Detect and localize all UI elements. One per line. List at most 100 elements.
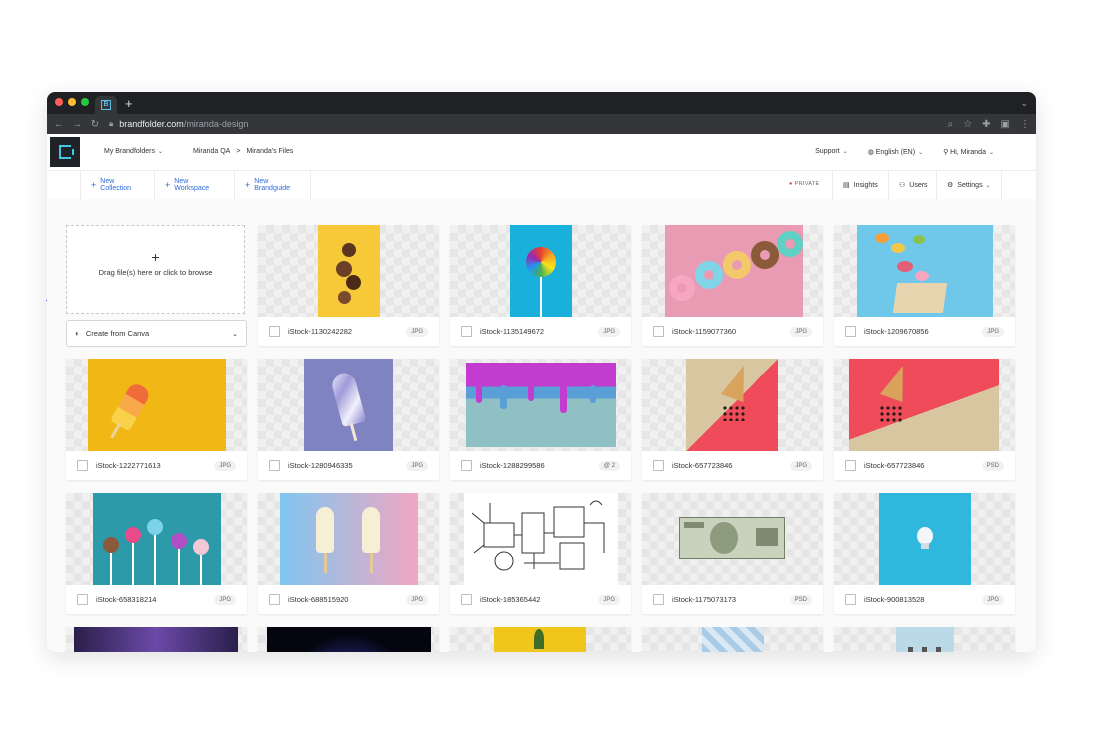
asset-checkbox[interactable] (653, 594, 664, 605)
asset-card[interactable]: iStock-900813528 JPG (834, 493, 1015, 614)
sketch-drawing (471, 500, 605, 571)
new-workspace-button[interactable]: + New Workspace (155, 171, 235, 199)
upload-dropzone[interactable]: + Drag file(s) here or click to browse (66, 225, 245, 314)
asset-type-badge: JPG (406, 326, 428, 337)
brandfolder-logo[interactable] (50, 137, 80, 167)
lollipop-image (510, 225, 572, 317)
browser-tab[interactable]: B (95, 96, 117, 114)
asset-card[interactable]: iStock-657723846 JPG (642, 359, 823, 480)
asset-checkbox[interactable] (653, 326, 664, 337)
asset-checkbox[interactable] (77, 460, 88, 471)
user-menu[interactable]: ⚲ Hi, Miranda ⌄ (943, 148, 994, 156)
asset-meta: iStock-1222771613 JPG (66, 451, 247, 480)
url-domain: brandfolder.com (119, 119, 184, 129)
new-tab-button[interactable]: + (125, 96, 133, 112)
my-brandfolders-menu[interactable]: My Brandfolders ⌄ (104, 148, 163, 155)
asset-card[interactable]: iStock-1175073173 PSD (642, 493, 823, 614)
upload-text: Drag file(s) here or click to browse (98, 268, 213, 277)
asset-card[interactable]: iStock-1135149672 JPG (450, 225, 631, 346)
asset-grid: + Drag file(s) here or click to browse ◐… (47, 199, 1036, 652)
asset-card[interactable]: iStock-1288299586 @ 2 (450, 359, 631, 480)
maximize-dot[interactable] (81, 98, 89, 106)
canva-label: Create from Canva (85, 329, 150, 338)
asset-card[interactable]: iStock-1280946335 JPG (258, 359, 439, 480)
plus-icon: + (151, 249, 160, 265)
back-arrow-icon[interactable]: ← (51, 119, 67, 130)
asset-card[interactable] (834, 627, 1015, 652)
extensions-icon[interactable]: ✚ (982, 119, 990, 130)
private-label: PRIVATE (794, 181, 820, 187)
users-button[interactable]: ⚇ Users (888, 171, 936, 199)
create-from-canva-dropdown[interactable]: ◐ Create from Canva ⌄ (66, 320, 247, 347)
user-label: Hi, Miranda (950, 149, 986, 156)
more-menu-icon[interactable]: ⋮ (1020, 119, 1030, 130)
asset-type-badge: JPG (982, 326, 1004, 337)
url-field[interactable]: 🔒︎ brandfolder.com/miranda-design (109, 117, 948, 131)
asset-card[interactable]: iStock-1222771613 JPG (66, 359, 247, 480)
reload-icon[interactable]: ↻ (87, 119, 103, 130)
insights-button[interactable]: ▤ Insights (832, 171, 878, 199)
asset-thumbnail (642, 493, 823, 585)
brandfolder-app: My Brandfolders ⌄ Miranda QA > Miranda's … (47, 134, 1036, 652)
asset-type-badge: JPG (214, 594, 236, 605)
asset-thumbnail (66, 627, 247, 652)
asset-checkbox[interactable] (845, 326, 856, 337)
asset-thumbnail (834, 359, 1015, 451)
new-collection-label: New Collection (100, 178, 132, 192)
asset-card[interactable] (258, 627, 439, 652)
zoom-icon[interactable]: ⌕ (948, 119, 954, 130)
tab-menu-chevron-icon[interactable]: ⌄ (1020, 98, 1028, 109)
asset-card[interactable]: iStock-658318214 JPG (66, 493, 247, 614)
asset-card[interactable]: iStock-1130242282 JPG (258, 225, 439, 346)
bottles-image (896, 627, 954, 652)
globe-icon: ◍ (867, 149, 876, 156)
asset-card[interactable]: iStock-1159077360 JPG (642, 225, 823, 346)
asset-card[interactable] (450, 627, 631, 652)
asset-card[interactable]: iStock-688515920 JPG (258, 493, 439, 614)
asset-meta: iStock-657723846 JPG (642, 451, 823, 480)
star-icon[interactable]: ☆ (963, 119, 972, 130)
asset-card[interactable] (642, 627, 823, 652)
asset-name: iStock-1288299586 (480, 461, 545, 470)
close-dot[interactable] (55, 98, 63, 106)
ice-cream-cone-image-psd (849, 359, 999, 451)
profile-icon[interactable]: ▣ (1001, 119, 1010, 130)
language-menu[interactable]: ◍ English (EN) ⌄ (868, 148, 923, 156)
asset-card[interactable] (66, 627, 247, 652)
plus-icon: + (165, 180, 171, 190)
asset-meta: iStock-900813528 JPG (834, 585, 1015, 614)
asset-checkbox[interactable] (77, 594, 88, 605)
asset-checkbox[interactable] (653, 460, 664, 471)
asset-checkbox[interactable] (845, 460, 856, 471)
asset-checkbox[interactable] (461, 326, 472, 337)
gear-icon: ⚙ (947, 182, 954, 189)
asset-name: iStock-1130242282 (288, 327, 353, 336)
asset-card[interactable]: iStock-1209670856 JPG (834, 225, 1015, 346)
asset-meta: iStock-657723846 PSD (834, 451, 1015, 480)
new-collection-button[interactable]: + New Collection (80, 171, 155, 199)
asset-type-badge: JPG (790, 326, 812, 337)
asset-checkbox[interactable] (269, 326, 280, 337)
new-brandguide-label: New Brandguide (254, 178, 291, 192)
asset-checkbox[interactable] (461, 594, 472, 605)
settings-button[interactable]: ⚙ Settings ⌄ (936, 171, 1002, 199)
forward-arrow-icon[interactable]: → (69, 119, 85, 130)
asset-card[interactable]: iStock-185365442 JPG (450, 493, 631, 614)
asset-meta: iStock-658318214 JPG (66, 585, 247, 614)
asset-checkbox[interactable] (269, 460, 280, 471)
logo-mark-icon (59, 145, 74, 159)
support-menu[interactable]: Support ⌄ (815, 148, 848, 156)
browser-chrome: B + ⌄ ← → ↻ 🔒︎ brandfolder.com/miranda-d… (47, 92, 1036, 134)
language-label: English (EN) (875, 149, 916, 156)
asset-card[interactable]: iStock-657723846 PSD (834, 359, 1015, 480)
chevron-down-icon: ⌄ (157, 149, 163, 155)
asset-thumbnail (258, 225, 439, 317)
breadcrumb-miranda-qa[interactable]: Miranda QA (193, 148, 230, 155)
minimize-dot[interactable] (68, 98, 76, 106)
new-brandguide-button[interactable]: + New Brandguide (235, 171, 311, 199)
asset-checkbox[interactable] (269, 594, 280, 605)
asset-checkbox[interactable] (461, 460, 472, 471)
asset-type-badge: JPG (406, 594, 428, 605)
asset-thumbnail (66, 493, 247, 585)
asset-checkbox[interactable] (845, 594, 856, 605)
